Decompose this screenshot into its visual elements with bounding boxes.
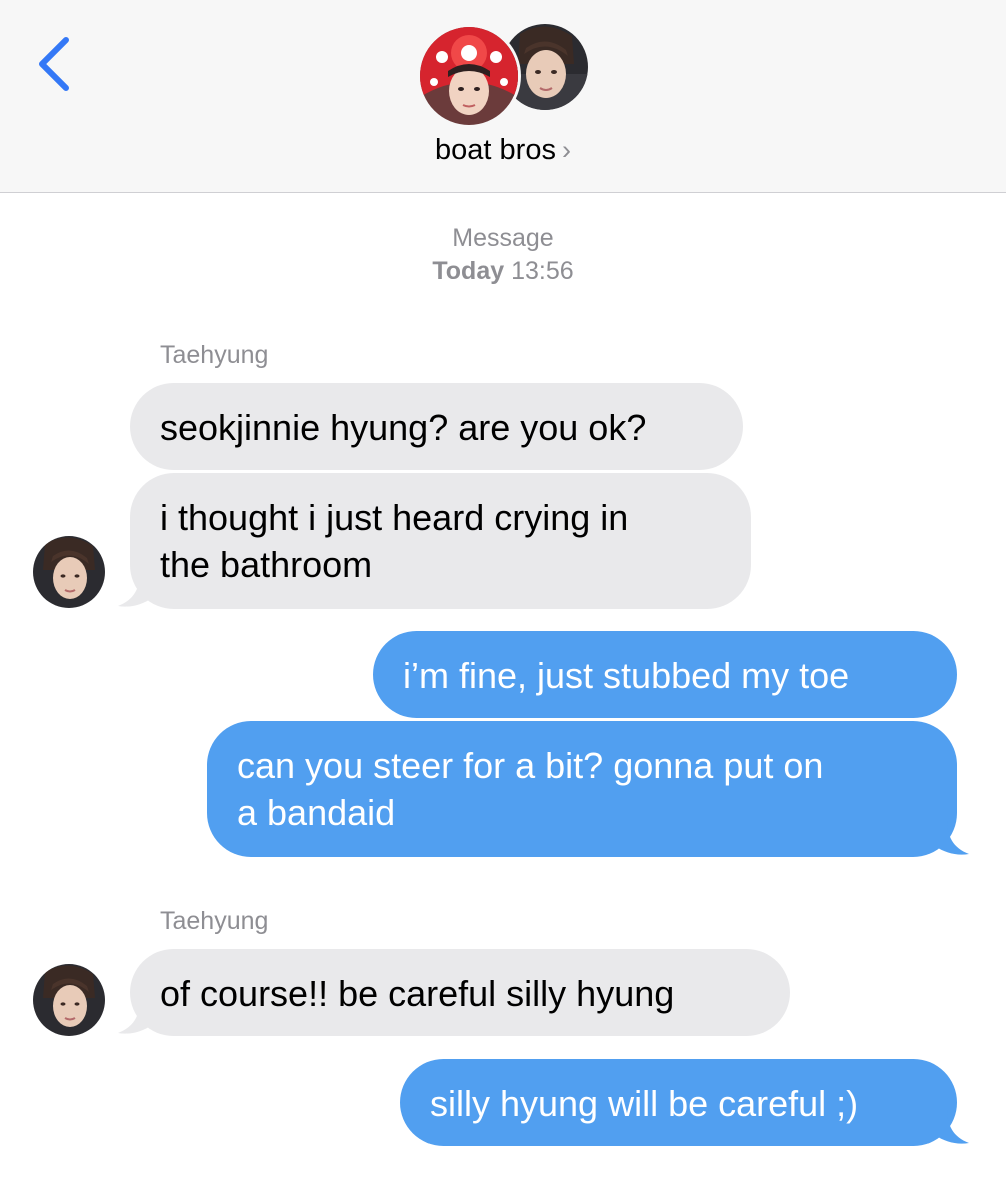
message-text-line: i thought i just heard crying in xyxy=(160,497,629,538)
incoming-message-bubble[interactable]: of course!! be careful silly hyung xyxy=(130,949,790,1036)
sender-avatar[interactable] xyxy=(33,964,105,1036)
incoming-message-bubble[interactable]: seokjinnie hyung? are you ok? xyxy=(130,383,743,470)
message-text: silly hyung will be careful ;) xyxy=(430,1083,859,1124)
message-text: i’m fine, just stubbed my toe xyxy=(403,655,850,696)
outgoing-bubble-tail xyxy=(935,820,969,855)
group-name-button[interactable]: boat bros › xyxy=(0,132,1006,168)
message-text-line: a bandaid xyxy=(237,792,396,833)
sender-name: Taehyung xyxy=(160,341,269,369)
outgoing-message-bubble[interactable]: can you steer for a bit? gonna put on a … xyxy=(207,721,957,857)
message-text-line: can you steer for a bit? gonna put on xyxy=(237,745,824,786)
chevron-right-icon: › xyxy=(561,135,571,165)
outgoing-bubble-tail xyxy=(935,1109,969,1144)
timestamp-day: Today xyxy=(432,257,505,285)
message-text: of course!! be careful silly hyung xyxy=(160,973,675,1014)
sender-name: Taehyung xyxy=(160,907,269,935)
outgoing-message-bubble[interactable]: silly hyung will be careful ;) xyxy=(400,1059,957,1146)
timestamp-time: 13:56 xyxy=(511,257,574,285)
incoming-message-bubble[interactable]: i thought i just heard crying in the bat… xyxy=(130,473,751,609)
outgoing-message-bubble[interactable]: i’m fine, just stubbed my toe xyxy=(373,631,957,718)
conversation-header: boat bros › xyxy=(0,0,1006,193)
incoming-bubble-tail xyxy=(118,999,152,1034)
message-text-line: the bathroom xyxy=(160,544,373,585)
conversation-timestamp: Today 13:56 xyxy=(0,255,1006,288)
message-service-label: Message xyxy=(452,224,554,252)
group-name-label: boat bros xyxy=(435,134,556,166)
message-text: seokjinnie hyung? are you ok? xyxy=(160,407,647,448)
incoming-bubble-tail xyxy=(118,572,152,607)
group-avatar-seokjin[interactable] xyxy=(417,24,521,128)
sender-avatar[interactable] xyxy=(33,536,105,608)
chevron-left-icon xyxy=(39,37,69,91)
back-button[interactable] xyxy=(30,32,78,96)
